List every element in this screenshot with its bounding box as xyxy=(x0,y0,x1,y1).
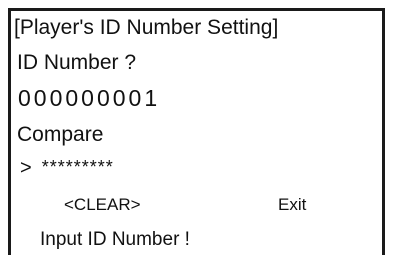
id-number-prompt: ID Number ? xyxy=(17,51,137,74)
clear-button[interactable]: <CLEAR> xyxy=(64,196,141,213)
id-number-value: 000000001 xyxy=(18,85,161,111)
frame-top-border xyxy=(8,8,385,11)
compare-label: Compare xyxy=(17,123,104,146)
compare-input-field[interactable]: > ********* xyxy=(20,158,114,178)
exit-button[interactable]: Exit xyxy=(278,196,306,213)
frame-left-border xyxy=(8,8,11,255)
masked-input-value: ********* xyxy=(41,157,114,177)
frame-right-border xyxy=(382,8,385,255)
input-cursor-indicator: > xyxy=(20,157,32,179)
id-setting-screen: [Player's ID Number Setting] ID Number ?… xyxy=(0,0,396,255)
status-message: Input ID Number ! xyxy=(40,229,190,250)
screen-title: [Player's ID Number Setting] xyxy=(14,16,279,39)
